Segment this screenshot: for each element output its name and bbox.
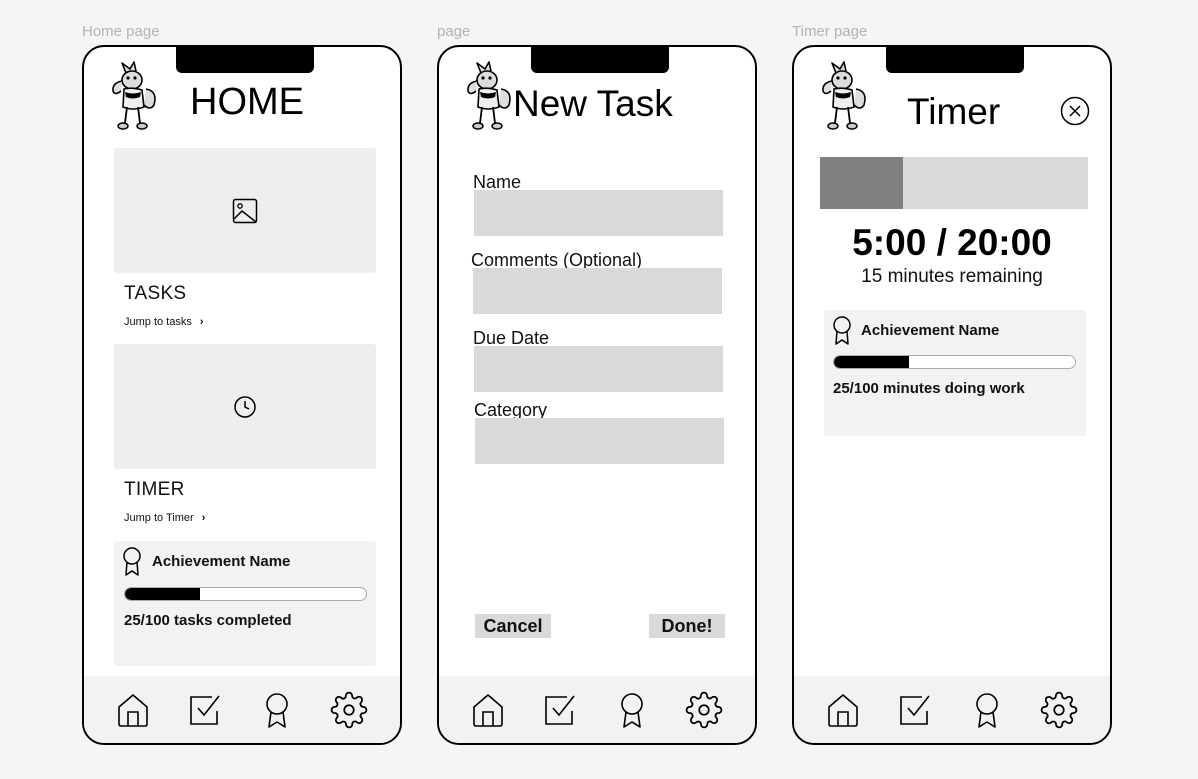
jump-to-tasks-label: Jump to tasks — [124, 316, 192, 328]
award-icon[interactable] — [258, 691, 296, 729]
cancel-button[interactable]: Cancel — [475, 614, 551, 638]
frame-label-new-task: page — [437, 23, 471, 40]
achievement-card: Achievement Name 25/100 minutes doing wo… — [824, 310, 1086, 436]
checkbox-icon[interactable] — [896, 691, 934, 729]
phone-notch — [886, 47, 1024, 73]
achievement-progress-bar — [124, 587, 367, 601]
chevron-right-icon: › — [199, 316, 204, 328]
page-title: HOME — [190, 81, 304, 123]
close-circle-icon[interactable] — [1060, 96, 1090, 126]
achievement-progress-fill — [125, 588, 200, 600]
achievement-progress-fill — [834, 356, 909, 368]
timer-image-card[interactable] — [114, 344, 376, 469]
due-date-input[interactable] — [474, 346, 723, 392]
jump-to-timer-link[interactable]: Jump to Timer › — [124, 512, 205, 524]
category-input[interactable] — [475, 418, 724, 464]
page-title: Timer — [907, 91, 1001, 132]
timer-progress-fill — [820, 157, 904, 209]
frame-label-timer: Timer page — [792, 23, 868, 40]
timer-screen: Timer 5:00 / 20:00 15 minutes remaining … — [792, 45, 1112, 745]
home-screen: HOME TASKS Jump to tasks › TIMER Jump to … — [82, 45, 402, 745]
jump-to-timer-label: Jump to Timer — [124, 512, 194, 524]
award-icon[interactable] — [968, 691, 1006, 729]
comments-input[interactable] — [473, 268, 722, 314]
timer-readout: 5:00 / 20:00 — [852, 222, 1052, 263]
timer-title: TIMER — [124, 479, 185, 500]
tasks-title: TASKS — [124, 283, 187, 304]
home-icon[interactable] — [824, 691, 862, 729]
bottom-nav — [794, 676, 1110, 743]
award-icon — [122, 547, 142, 577]
mascot-icon — [463, 61, 513, 133]
frame-label-home: Home page — [82, 23, 160, 40]
timer-remaining: 15 minutes remaining — [861, 266, 1043, 287]
achievement-name: Achievement Name — [152, 553, 291, 570]
phone-notch — [176, 47, 314, 73]
tasks-image-card[interactable] — [114, 148, 376, 273]
new-task-screen: New Task Name Comments (Optional) Due Da… — [437, 45, 757, 745]
checkbox-icon[interactable] — [541, 691, 579, 729]
achievement-progress-text: 25/100 minutes doing work — [833, 380, 1025, 397]
image-placeholder-icon — [232, 198, 258, 223]
home-icon[interactable] — [114, 691, 152, 729]
achievement-card: Achievement Name 25/100 tasks completed — [114, 541, 376, 666]
gear-icon[interactable] — [685, 691, 723, 729]
phone-notch — [531, 47, 669, 73]
timer-progress-bar — [820, 157, 1088, 209]
page-title: New Task — [513, 83, 673, 124]
gear-icon[interactable] — [330, 691, 368, 729]
achievement-name: Achievement Name — [861, 322, 1000, 339]
achievement-progress-bar — [833, 355, 1076, 369]
bottom-nav — [439, 676, 755, 743]
bottom-nav — [84, 676, 400, 743]
clock-icon — [234, 395, 256, 418]
home-icon[interactable] — [469, 691, 507, 729]
mascot-icon — [818, 61, 868, 133]
gear-icon[interactable] — [1040, 691, 1078, 729]
done-button[interactable]: Done! — [649, 614, 725, 638]
checkbox-icon[interactable] — [186, 691, 224, 729]
award-icon[interactable] — [613, 691, 651, 729]
name-input[interactable] — [474, 190, 723, 236]
jump-to-tasks-link[interactable]: Jump to tasks › — [124, 316, 204, 328]
award-icon — [832, 316, 852, 346]
achievement-progress-text: 25/100 tasks completed — [124, 612, 292, 629]
chevron-right-icon: › — [201, 512, 206, 524]
mascot-icon — [108, 61, 158, 133]
